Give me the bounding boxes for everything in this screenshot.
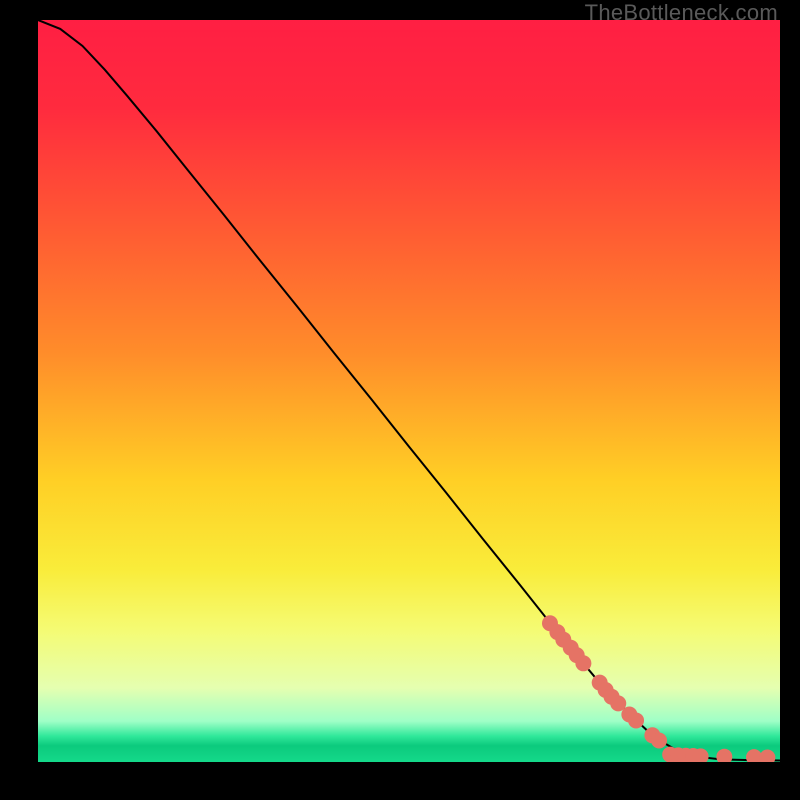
scatter-point — [628, 712, 644, 728]
chart-frame — [38, 20, 780, 762]
chart-background — [38, 20, 780, 762]
scatter-point — [575, 655, 591, 671]
chart-svg — [38, 20, 780, 762]
scatter-point — [651, 732, 667, 748]
